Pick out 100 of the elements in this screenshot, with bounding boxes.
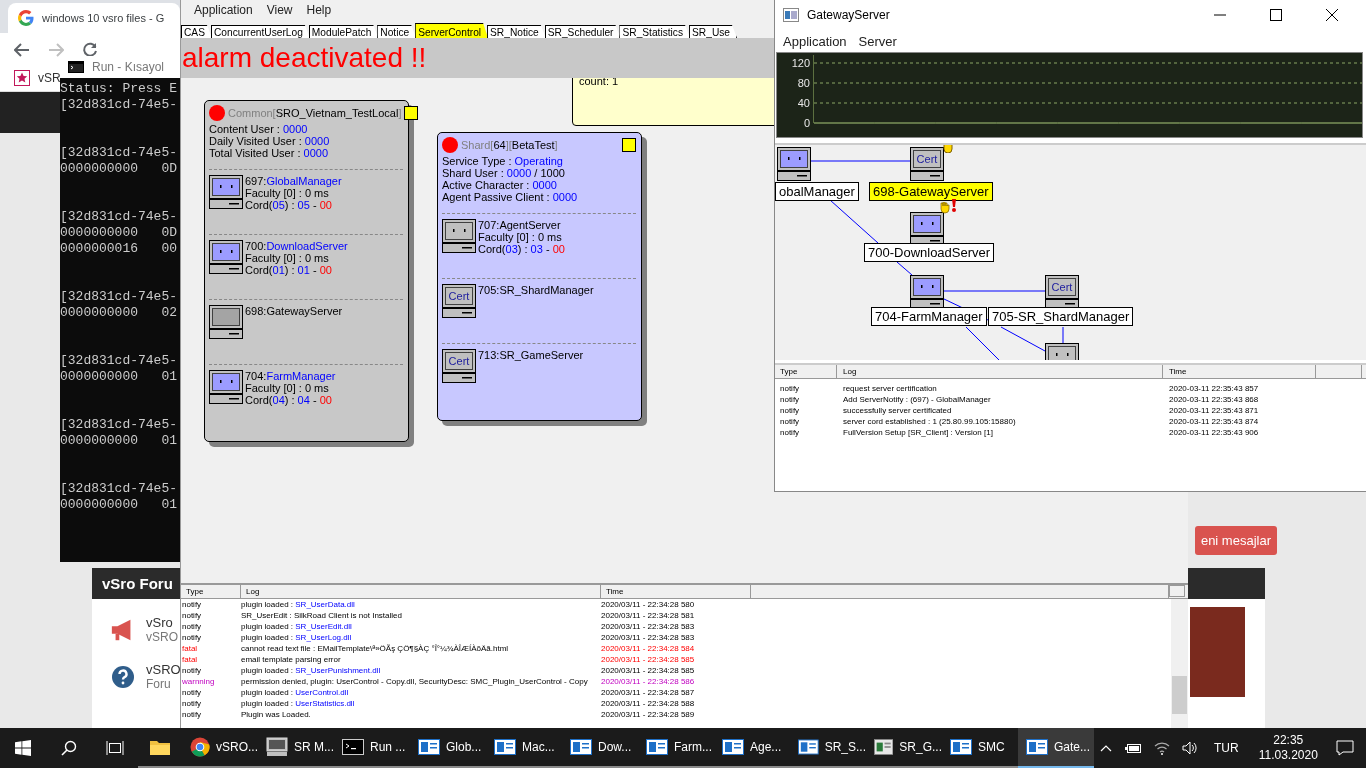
table-cell-text: 2020-03-11 22:35:43 868: [1168, 394, 1260, 405]
column-header[interactable]: Time: [601, 585, 751, 598]
server-info-line: 704:FarmManager: [245, 370, 336, 382]
stat-line: Agent Passive Client : 0000: [442, 191, 579, 203]
column-header[interactable]: Log: [241, 585, 601, 598]
computer-icon: [209, 305, 243, 339]
menu-item[interactable]: Help: [299, 3, 339, 17]
table-cell-text: Add ServerNotify : (697) - GlobalManager: [842, 394, 992, 405]
connector-line: [829, 199, 879, 244]
speaker-icon[interactable]: [1182, 741, 1198, 755]
taskbar-button[interactable]: Dow...: [562, 728, 638, 768]
taskbar-button[interactable]: Gate...: [1018, 728, 1094, 768]
alert-icon: [951, 199, 957, 212]
table-cell-text: notify: [779, 416, 801, 427]
bookmark-link[interactable]: vSR: [38, 71, 61, 86]
tab[interactable]: SR_Scheduler: [544, 25, 621, 38]
scrollbar[interactable]: [1171, 599, 1188, 728]
browser-tab[interactable]: windows 10 vsro files - G: [8, 3, 180, 33]
taskbar-button[interactable]: Farm...: [638, 728, 714, 768]
console-line: [32d831cd-74e5-: [60, 289, 179, 305]
table-cell-text: permission denied, plugin: UserControl - Copy.dll, SecurityDesc: SMC_Plugin_UserControl - Copy: [241, 676, 589, 687]
table-cell-text: 2020/03/11 - 22:34:28 581: [601, 610, 696, 621]
wifi-icon[interactable]: [1154, 741, 1170, 755]
language-indicator[interactable]: TUR: [1214, 741, 1239, 755]
window-icon: [646, 739, 668, 755]
taskbar-button[interactable]: Glob...: [410, 728, 486, 768]
table-cell-text: FullVersion Setup [SR_Client] : Version [1]: [842, 427, 994, 438]
tab[interactable]: ConcurrentUserLog: [210, 25, 310, 38]
notification-icon[interactable]: [1335, 740, 1354, 756]
column-header[interactable]: Log: [837, 365, 1163, 378]
server-info-line: Cord(01) : 01 - 00: [245, 264, 333, 276]
node-label[interactable]: 704-FarmManager: [871, 307, 987, 326]
taskbar-button[interactable]: Run ...: [334, 728, 410, 768]
window-title: Run - Kısayol: [92, 60, 165, 74]
computer-icon: [209, 370, 243, 404]
menu-item[interactable]: Server: [852, 33, 903, 49]
clock[interactable]: 22:35 11.03.2020: [1258, 733, 1318, 763]
taskbar-button[interactable]: SR_G...: [866, 728, 942, 768]
table-cell-text: 2020/03/11 - 22:34:28 585: [601, 654, 696, 665]
server-info-line: Faculty [0] : 0 ms: [245, 252, 330, 264]
table-cell-text: 2020/03/11 - 22:34:28 583: [601, 632, 696, 643]
tab[interactable]: SR_Notice: [487, 25, 546, 38]
console-line: [32d831cd-74e5-: [60, 353, 179, 369]
table-cell-text: fatal: [181, 654, 199, 665]
table-cell-text: 2020/03/11 - 22:34:28 585: [601, 665, 696, 676]
tab[interactable]: ModulePatch: [308, 25, 379, 38]
menu-item[interactable]: Application: [187, 3, 260, 17]
taskbar-button[interactable]: SR M...: [258, 728, 334, 768]
table-cell-text: SR_UserEdit : SilkRoad Client is not Installed: [241, 610, 403, 621]
table-cell-text: notify: [181, 621, 203, 632]
window-icon: [783, 8, 799, 22]
folder-icon: [150, 739, 170, 755]
menu-item[interactable]: View: [259, 3, 300, 17]
column-header[interactable]: Time: [1163, 365, 1316, 378]
node-label[interactable]: 698-GatewayServer: [869, 182, 993, 201]
console-line: 0000000000 02: [60, 305, 179, 321]
taskbar-button[interactable]: Mac...: [486, 728, 562, 768]
node-label[interactable]: obalManager: [775, 182, 859, 201]
tab[interactable]: CAS: [181, 25, 212, 38]
group-title: Common[SRO_Vietnam_TestLocal]: [228, 107, 402, 119]
table-cell-text: notify: [181, 687, 203, 698]
tab[interactable]: ServerControl: [415, 23, 489, 38]
chevron-up-icon[interactable]: [1100, 744, 1112, 752]
server-info-line: 700:DownloadServer: [245, 240, 348, 252]
hand-icon: [940, 202, 950, 214]
window-icon: [494, 739, 516, 755]
battery-icon[interactable]: [1124, 742, 1142, 754]
menu-item[interactable]: Application: [777, 33, 853, 49]
back-icon[interactable]: [14, 42, 30, 57]
windows-logo-icon: [15, 740, 31, 756]
maximize-icon[interactable]: [1270, 9, 1282, 21]
tab[interactable]: SR_Use: [689, 25, 737, 38]
table-cell-text: 2020/03/11 - 22:34:28 584: [601, 643, 696, 654]
taskbar-button[interactable]: vSRO...: [182, 728, 258, 768]
forum-link[interactable]: vSro: [146, 615, 173, 630]
taskbar-button[interactable]: Age...: [714, 728, 790, 768]
forum-link[interactable]: vSRO: [146, 662, 181, 677]
table-cell-text: 2020-03-11 22:35:43 906: [1168, 427, 1260, 438]
close-icon[interactable]: [1326, 9, 1338, 21]
tab[interactable]: SR_Statistics: [619, 25, 691, 38]
stat-line: Daily Visited User : 0000: [209, 135, 331, 147]
axis-tick-label: 40: [797, 97, 810, 109]
forum-subtitle: vSRO: [146, 630, 178, 644]
new-messages-button[interactable]: eni mesajlar: [1194, 526, 1277, 555]
taskbar-button[interactable]: SR_S...: [790, 728, 866, 768]
column-header[interactable]: Type: [181, 585, 241, 598]
node-label[interactable]: 700-DownloadServer: [864, 243, 995, 262]
reload-icon[interactable]: [82, 41, 98, 58]
server-info-line: 697:GlobalManager: [245, 175, 342, 187]
computer-icon: [266, 737, 288, 757]
table-cell-text: notify: [779, 427, 801, 438]
window-icon: [798, 739, 819, 755]
help-icon: [110, 664, 136, 689]
table-cell-text: 2020/03/11 - 22:34:28 586: [601, 676, 696, 687]
table-cell-text: warnning: [181, 676, 216, 687]
window-icon: [950, 739, 972, 755]
tab[interactable]: Notice: [377, 25, 417, 38]
column-header[interactable]: Type: [775, 365, 837, 378]
node-label[interactable]: 705-SR_ShardManager: [988, 307, 1134, 326]
table-cell-text: 2020-03-11 22:35:43 874: [1168, 416, 1260, 427]
